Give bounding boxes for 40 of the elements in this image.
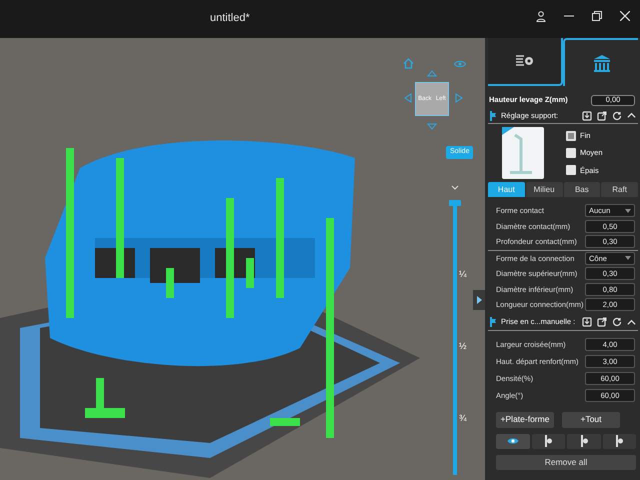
caret-icon: [625, 256, 631, 260]
support-tool-button[interactable]: [496, 434, 530, 448]
slider-mark: ¼: [459, 268, 467, 281]
triangle-right-icon: [476, 296, 482, 304]
checkbox[interactable]: [566, 130, 576, 141]
collapse-icon[interactable]: [627, 111, 636, 120]
eye-icon: [506, 437, 519, 445]
refresh-icon[interactable]: [612, 317, 622, 327]
refresh-icon[interactable]: [612, 110, 622, 120]
part-tab[interactable]: Raft: [601, 182, 638, 197]
export-icon[interactable]: [597, 317, 607, 327]
add-support-button[interactable]: +Tout: [562, 412, 620, 428]
user-icon[interactable]: [536, 10, 546, 22]
collapse-icon[interactable]: [627, 318, 636, 326]
import-icon[interactable]: [582, 317, 592, 327]
columns-icon: [592, 54, 610, 72]
add-support-button[interactable]: +Plate-forme: [496, 412, 554, 428]
minimize-icon[interactable]: [564, 15, 574, 17]
part-tab[interactable]: Bas: [564, 182, 600, 197]
close-icon[interactable]: [620, 11, 630, 21]
slider-mark: ½: [459, 340, 467, 353]
remove-all-button[interactable]: Remove all: [496, 454, 636, 470]
slider-mark: ¾: [459, 412, 467, 425]
caret-icon: [625, 208, 631, 213]
slider-thumb[interactable]: [449, 200, 461, 206]
support-tool-button[interactable]: [532, 434, 565, 448]
part-tab[interactable]: Milieu: [526, 182, 562, 197]
checkbox[interactable]: [566, 165, 576, 176]
checkbox[interactable]: [566, 148, 576, 158]
panel-tab[interactable]: [488, 38, 563, 86]
window-title: untitled*: [210, 11, 250, 26]
restore-icon[interactable]: [592, 11, 602, 21]
panel-toggle[interactable]: [473, 290, 485, 310]
caret-icon[interactable]: [451, 185, 459, 190]
support-tool-button[interactable]: [602, 434, 636, 448]
support-preview: [502, 127, 544, 179]
import-icon[interactable]: [582, 110, 592, 120]
settings-icon: [514, 54, 534, 68]
export-icon[interactable]: [597, 110, 607, 120]
support-tool-button[interactable]: [567, 434, 600, 448]
